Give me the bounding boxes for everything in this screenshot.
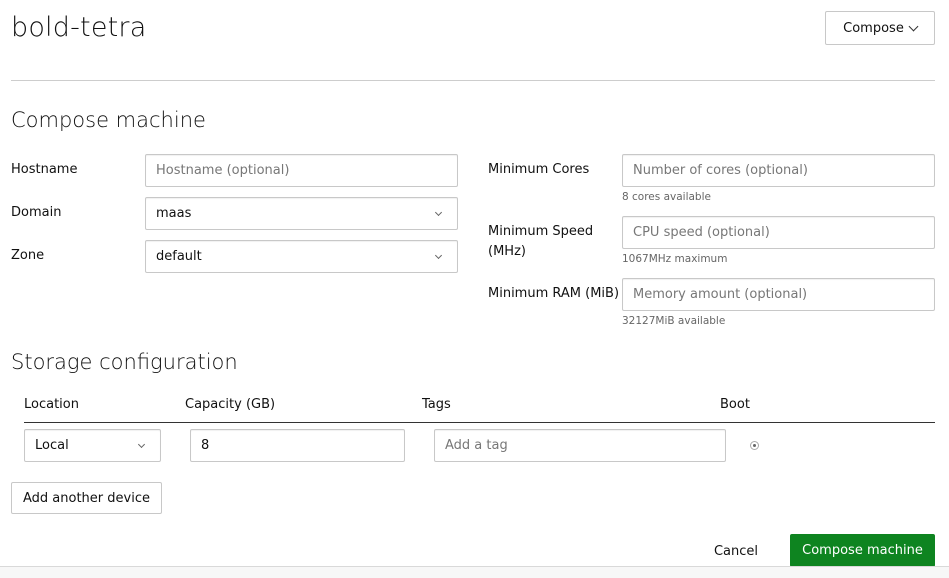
min-cores-help: 8 cores available — [622, 191, 711, 203]
min-speed-label: Minimum Speed (MHz) — [488, 222, 593, 262]
min-ram-help: 32127MiB available — [622, 315, 726, 327]
tags-input[interactable] — [434, 429, 726, 462]
column-header-tags: Tags — [422, 397, 451, 412]
location-select-value: Local — [35, 438, 69, 453]
min-cores-label: Minimum Cores — [488, 162, 590, 177]
domain-select-value: maas — [156, 206, 192, 221]
min-ram-input[interactable] — [622, 278, 935, 311]
chevron-down-icon — [908, 21, 919, 32]
column-header-boot: Boot — [720, 397, 750, 412]
compose-button-label: Compose — [843, 20, 904, 36]
capacity-input[interactable] — [190, 429, 405, 462]
compose-section-title: Compose machine — [11, 108, 206, 132]
hostname-label: Hostname — [11, 162, 78, 177]
storage-section-title: Storage configuration — [11, 350, 238, 374]
column-header-location: Location — [24, 397, 79, 412]
zone-select[interactable]: default — [145, 240, 458, 273]
column-header-capacity: Capacity (GB) — [185, 397, 276, 412]
zone-label: Zone — [11, 248, 45, 263]
min-speed-label-line1: Minimum Speed — [488, 224, 594, 239]
domain-label: Domain — [11, 205, 62, 220]
min-speed-label-line2: (MHz) — [488, 244, 526, 259]
min-ram-label: Minimum RAM (MiB) — [488, 286, 620, 301]
min-cores-input[interactable] — [622, 154, 935, 187]
add-another-device-button[interactable]: Add another device — [11, 482, 162, 514]
hostname-input[interactable] — [145, 154, 458, 187]
cancel-button[interactable]: Cancel — [706, 535, 766, 567]
header-divider — [11, 80, 935, 81]
table-header-divider — [24, 422, 935, 423]
chevron-down-icon — [434, 208, 443, 216]
location-select[interactable]: Local — [24, 429, 161, 462]
boot-radio[interactable] — [750, 441, 759, 450]
footer-bar — [0, 566, 949, 578]
min-speed-help: 1067MHz maximum — [622, 253, 728, 265]
min-speed-input[interactable] — [622, 216, 935, 249]
compose-machine-button[interactable]: Compose machine — [790, 534, 935, 567]
zone-select-value: default — [156, 249, 202, 264]
chevron-down-icon — [137, 440, 146, 448]
chevron-down-icon — [434, 251, 443, 259]
compose-dropdown-button[interactable]: Compose — [825, 11, 935, 45]
domain-select[interactable]: maas — [145, 197, 458, 230]
page-title: bold-tetra — [11, 12, 147, 43]
